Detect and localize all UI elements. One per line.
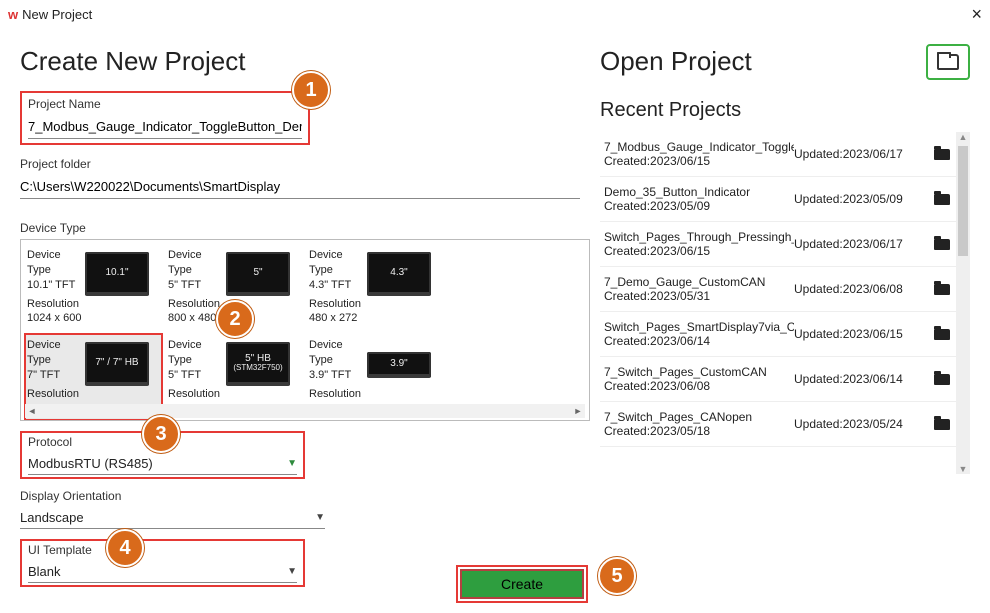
template-value: Blank bbox=[28, 564, 61, 579]
chevron-down-icon: ▼ bbox=[287, 566, 297, 577]
scroll-up-icon[interactable]: ▲ bbox=[956, 132, 970, 142]
callout-3: 3 bbox=[142, 415, 180, 453]
folder-icon[interactable] bbox=[934, 374, 950, 385]
project-folder-label: Project folder bbox=[20, 157, 580, 171]
project-name-input[interactable] bbox=[28, 115, 302, 139]
template-group: 4 UI Template Blank ▼ bbox=[20, 539, 305, 587]
close-icon[interactable]: × bbox=[971, 4, 982, 25]
folder-icon[interactable] bbox=[934, 149, 950, 160]
project-folder-input[interactable] bbox=[20, 175, 580, 199]
callout-5: 5 bbox=[598, 557, 636, 595]
recent-projects-list: ▲ ▼ 7_Modbus_Gauge_Indicator_ToggleBuCre… bbox=[600, 132, 970, 474]
folder-icon[interactable] bbox=[934, 194, 950, 205]
device-option[interactable]: Device Type4.3" TFT Resolution480 x 272 … bbox=[307, 244, 444, 330]
scroll-left-icon[interactable]: ◄ bbox=[25, 406, 39, 416]
device-thumb: 4.3" bbox=[367, 252, 431, 296]
recent-item[interactable]: Switch_Pages_SmartDisplay7via_CustoCreat… bbox=[600, 312, 970, 357]
folder-icon[interactable] bbox=[934, 329, 950, 340]
device-thumb: 3.9" bbox=[367, 352, 431, 378]
recent-item[interactable]: 7_Switch_Pages_CANopenCreated:2023/05/18… bbox=[600, 402, 970, 447]
device-thumb: 5" HB (STM32F750) bbox=[226, 342, 290, 386]
device-hscroll[interactable]: ◄ ► bbox=[25, 404, 585, 418]
recent-item[interactable]: Switch_Pages_Through_Pressingh_TheCreate… bbox=[600, 222, 970, 267]
recent-item[interactable]: Demo_35_Button_IndicatorCreated:2023/05/… bbox=[600, 177, 970, 222]
create-button[interactable]: Create bbox=[460, 569, 584, 599]
titlebar: w New Project × bbox=[0, 0, 990, 28]
chevron-down-icon: ▼ bbox=[287, 458, 297, 469]
open-project-title: Open Project bbox=[600, 46, 970, 77]
create-button-label: Create bbox=[501, 576, 543, 592]
open-project-button[interactable] bbox=[926, 44, 970, 80]
callout-1: 1 bbox=[292, 71, 330, 109]
window-title: New Project bbox=[22, 7, 92, 22]
recent-item[interactable]: 7_Demo_Gauge_CustomCANCreated:2023/05/31… bbox=[600, 267, 970, 312]
orientation-select[interactable]: Landscape ▼ bbox=[20, 507, 325, 529]
recent-item[interactable]: 7_Modbus_Gauge_Indicator_ToggleBuCreated… bbox=[600, 132, 970, 177]
scroll-right-icon[interactable]: ► bbox=[571, 406, 585, 416]
recent-item[interactable]: 7_Switch_Pages_CustomCANCreated:2023/06/… bbox=[600, 357, 970, 402]
folder-icon[interactable] bbox=[934, 284, 950, 295]
callout-4: 4 bbox=[106, 529, 144, 567]
protocol-select[interactable]: ModbusRTU (RS485) ▼ bbox=[28, 453, 297, 475]
protocol-group: 3 Protocol ModbusRTU (RS485) ▼ bbox=[20, 431, 305, 479]
project-name-group: 1 Project Name bbox=[20, 91, 310, 145]
template-label: UI Template bbox=[28, 543, 297, 557]
orientation-group: Display Orientation Landscape ▼ bbox=[20, 489, 325, 529]
recent-scrollbar[interactable]: ▲ ▼ bbox=[956, 132, 970, 474]
chevron-down-icon: ▼ bbox=[315, 512, 325, 523]
app-logo: w bbox=[8, 7, 16, 22]
device-type-label: Device Type bbox=[20, 221, 590, 235]
callout-2: 2 bbox=[216, 300, 254, 338]
device-thumb: 10.1" bbox=[85, 252, 149, 296]
orientation-label: Display Orientation bbox=[20, 489, 325, 503]
protocol-value: ModbusRTU (RS485) bbox=[28, 456, 153, 471]
recent-projects-title: Recent Projects bbox=[600, 99, 970, 122]
folder-icon[interactable] bbox=[934, 419, 950, 430]
scroll-thumb[interactable] bbox=[958, 146, 968, 256]
device-thumb: 5" bbox=[226, 252, 290, 296]
device-type-grid: 2 Device Type10.1" TFT Resolution1024 x … bbox=[20, 239, 590, 421]
project-name-label: Project Name bbox=[28, 97, 302, 111]
folder-open-icon bbox=[937, 54, 959, 70]
template-select[interactable]: Blank ▼ bbox=[28, 561, 297, 583]
device-option[interactable]: Device Type10.1" TFT Resolution1024 x 60… bbox=[25, 244, 162, 330]
orientation-value: Landscape bbox=[20, 510, 84, 525]
folder-icon[interactable] bbox=[934, 239, 950, 250]
scroll-down-icon[interactable]: ▼ bbox=[956, 464, 970, 474]
device-thumb: 7" / 7" HB bbox=[85, 342, 149, 386]
